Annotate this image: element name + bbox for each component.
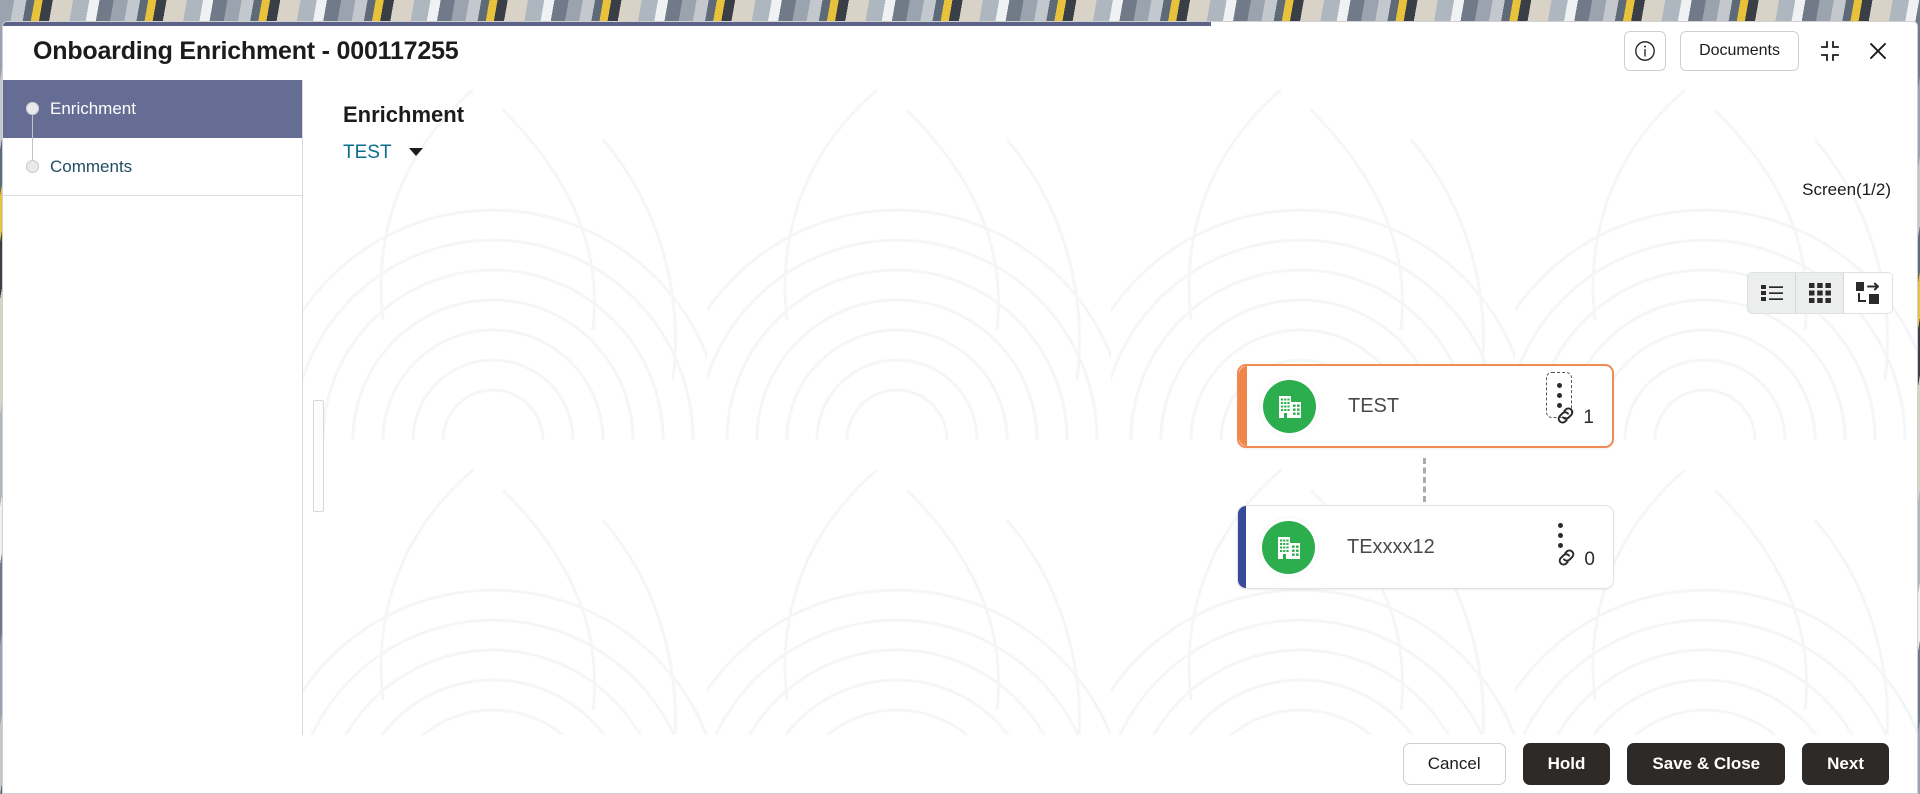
- tree-view-icon[interactable]: [1844, 273, 1892, 313]
- node-accent-bar: [1238, 506, 1246, 588]
- close-icon[interactable]: [1861, 31, 1895, 71]
- info-circle-icon[interactable]: [1624, 31, 1667, 71]
- node-link-count[interactable]: 1: [1553, 403, 1594, 433]
- entity-node-texxxx12[interactable]: TExxxx12 0: [1237, 505, 1614, 589]
- next-button[interactable]: Next: [1802, 743, 1889, 785]
- node-connector-line: [1423, 458, 1426, 502]
- canvas-scrollbar[interactable]: [313, 400, 324, 512]
- sidebar-item-enrichment[interactable]: Enrichment: [3, 80, 302, 138]
- node-label: TEST: [1348, 394, 1400, 417]
- link-icon: [1553, 403, 1578, 433]
- step-dot-icon: [26, 160, 39, 173]
- sidebar-item-label: Comments: [50, 156, 133, 176]
- building-icon: [1263, 379, 1316, 433]
- node-accent-bar: [1239, 366, 1247, 446]
- step-dot-icon: [26, 102, 39, 115]
- entity-graph: TEST 1 TExxxx12 0: [303, 80, 1917, 793]
- link-count-value: 0: [1584, 549, 1595, 570]
- sidebar: Enrichment Comments: [3, 80, 303, 793]
- window-body: Enrichment Comments Enrichment TEST Scre…: [3, 80, 1917, 793]
- node-actions: 1: [1534, 366, 1612, 446]
- entity-node-test[interactable]: TEST 1: [1237, 364, 1614, 448]
- collapse-icon[interactable]: [1813, 31, 1847, 71]
- node-actions: 0: [1535, 506, 1613, 588]
- hold-button[interactable]: Hold: [1522, 743, 1611, 785]
- sidebar-item-comments[interactable]: Comments: [3, 138, 302, 196]
- window-header: Onboarding Enrichment - 000117255 Docume…: [3, 22, 1917, 80]
- view-toggle-group: [1747, 272, 1893, 314]
- stepper-rail: [32, 115, 33, 161]
- window-top-accent-bar: [3, 22, 1211, 26]
- save-and-close-button[interactable]: Save & Close: [1627, 743, 1786, 785]
- sidebar-item-label: Enrichment: [50, 98, 136, 118]
- grid-view-icon[interactable]: [1796, 273, 1844, 313]
- documents-button[interactable]: Documents: [1680, 31, 1799, 71]
- building-icon: [1262, 520, 1315, 574]
- footer-actions: Cancel Hold Save & Close Next: [3, 735, 1917, 793]
- list-view-icon[interactable]: [1748, 273, 1796, 313]
- link-count-value: 1: [1583, 407, 1594, 428]
- cancel-button[interactable]: Cancel: [1402, 743, 1506, 785]
- page-title: Onboarding Enrichment - 000117255: [33, 36, 459, 65]
- header-actions: Documents: [1624, 31, 1895, 71]
- modal-window: Onboarding Enrichment - 000117255 Docume…: [2, 21, 1918, 794]
- node-link-count[interactable]: 0: [1554, 545, 1595, 575]
- node-label: TExxxx12: [1347, 535, 1435, 558]
- link-icon: [1554, 545, 1579, 575]
- main-content: Enrichment TEST Screen(1/2) TEST 1 TExxx…: [303, 80, 1917, 793]
